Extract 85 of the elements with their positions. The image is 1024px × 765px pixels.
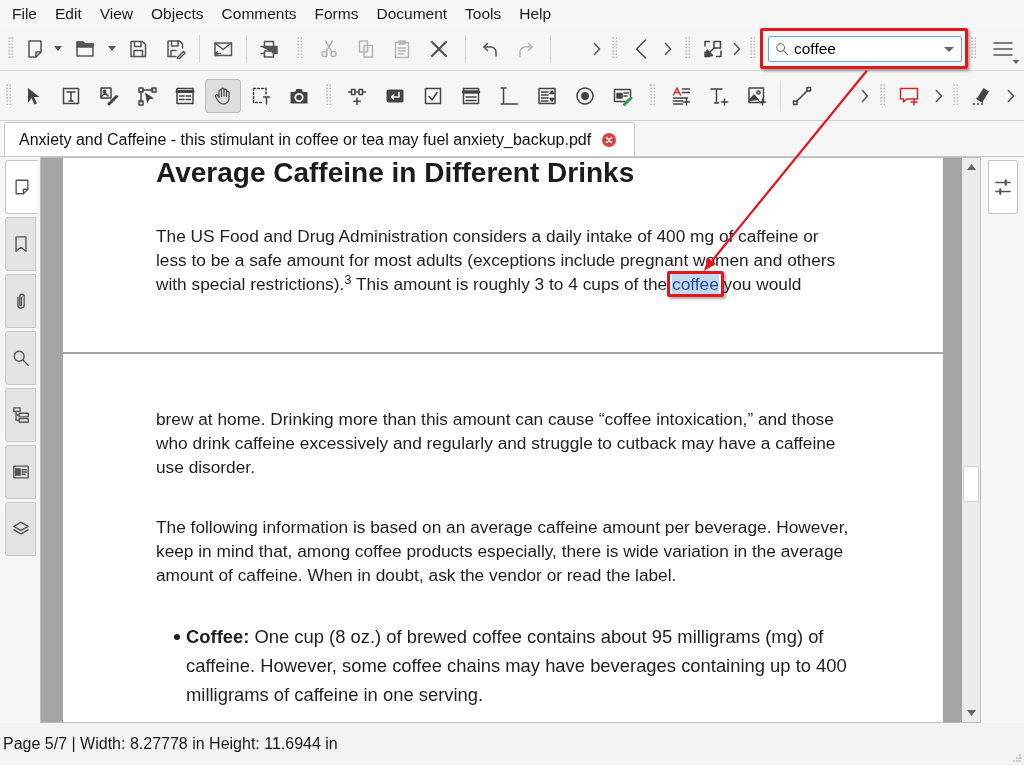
search-field[interactable]: coffee: [768, 35, 962, 62]
scrollbar-thumb[interactable]: [963, 466, 979, 502]
add-text-icon: [671, 85, 691, 106]
toolbar-grip-icon[interactable]: [8, 37, 14, 60]
eraser-icon: [971, 85, 991, 106]
dashed-selection-icon: [251, 85, 271, 106]
toolbar-grip-icon[interactable]: [685, 37, 691, 60]
form-window-icon: [175, 85, 195, 106]
menu-item[interactable]: Edit: [46, 1, 91, 26]
menu-item[interactable]: File: [3, 1, 46, 26]
callout-frame: [667, 271, 724, 297]
text-box-icon: [61, 85, 81, 106]
dropdown-caret-icon[interactable]: [108, 46, 116, 51]
menu-item[interactable]: Document: [367, 1, 457, 26]
toolbar-grip-icon[interactable]: [326, 84, 332, 107]
chevron-right-icon[interactable]: [664, 41, 672, 56]
corner-frame-arrow-icon[interactable]: [703, 38, 723, 59]
heading: Average Caffeine in Different Drinks: [156, 158, 635, 188]
side-panel-tab[interactable]: [5, 502, 36, 556]
image-pencil-icon: [99, 85, 119, 106]
side-panel-tab[interactable]: [5, 388, 36, 442]
side-panel-tab[interactable]: [988, 160, 1018, 214]
menu-icon[interactable]: [993, 40, 1013, 57]
line-icon: [792, 85, 812, 106]
cross-icon[interactable]: [429, 38, 449, 59]
dropdown-caret-icon[interactable]: [54, 46, 62, 51]
chevron-right-icon[interactable]: [733, 41, 741, 56]
status-text: Page 5/7 | Width: 8.27778 in Height: 11.6944 in: [3, 734, 338, 754]
paragraph: The following information is based on an average caffeine amount per beverage. However, keep in mind that, among coffee products especially, there is wide variation in the average amount of caffeine. When in doubt, ask the vendor or read the label.: [156, 516, 849, 587]
chevron-right-icon[interactable]: [935, 88, 943, 103]
scroll-up-arrow-icon[interactable]: [966, 164, 976, 170]
path-select-icon: [137, 85, 157, 106]
dropdown-caret-icon[interactable]: [944, 46, 954, 52]
toolbar-grip-icon[interactable]: [297, 37, 303, 60]
side-panel-tab[interactable]: [5, 274, 36, 328]
side-panel-tab[interactable]: [5, 217, 36, 271]
text-plus-icon: [709, 85, 729, 106]
side-panel-tab[interactable]: [5, 160, 38, 214]
close-icon[interactable]: [602, 132, 617, 147]
folder-icon[interactable]: [75, 38, 95, 59]
comment-plus-icon: [899, 85, 919, 106]
checkbox-icon: [423, 85, 443, 106]
toolbar-grip-icon[interactable]: [880, 84, 886, 107]
hand-icon: [213, 85, 233, 106]
printer-icon[interactable]: [259, 38, 279, 59]
toolbar-grip-icon[interactable]: [750, 37, 756, 60]
document-tab[interactable]: Anxiety and Caffeine - this stimulant in coffee or tea may fuel anxiety_backup.pdf: [4, 122, 636, 156]
toolbar-grip-icon[interactable]: [953, 84, 959, 107]
toolbar-grip-icon[interactable]: [612, 37, 618, 60]
sliders-icon: [994, 178, 1012, 196]
chevron-left-icon[interactable]: [635, 38, 647, 59]
text-field-icon: [499, 85, 519, 106]
toolbar-grip-icon[interactable]: [650, 84, 656, 107]
menu-item[interactable]: Objects: [142, 1, 213, 26]
paragraph: brew at home. Drinking more than this amount can cause “coffee intoxication,” and those who drink caffeine excessively and regularly and struggle to cutback may have a caffeine use disorder.: [156, 408, 836, 479]
search-icon: [11, 349, 30, 367]
tree-icon: [11, 406, 30, 424]
resize-grip-icon[interactable]: [1012, 754, 1022, 762]
page-icon: [13, 178, 31, 196]
floppy-disk-pencil-icon[interactable]: [166, 38, 186, 59]
radio-button-icon: [575, 85, 595, 106]
search-icon: [775, 41, 789, 56]
dropdown-list-icon: [461, 85, 481, 106]
menu-item[interactable]: Comments: [212, 1, 306, 26]
vertical-scrollbar[interactable]: [962, 158, 980, 722]
list-box-icon: [537, 85, 557, 106]
new-document-icon[interactable]: [25, 38, 45, 59]
bullet-icon: [174, 634, 180, 640]
dropdown-caret-icon[interactable]: [1013, 59, 1019, 64]
chevron-right-icon[interactable]: [861, 88, 869, 103]
image-plus-icon: [747, 85, 767, 106]
chevron-right-icon[interactable]: [1007, 88, 1015, 103]
toolbar-grip-icon[interactable]: [6, 84, 12, 107]
menu-item[interactable]: View: [90, 1, 143, 26]
chevron-right-icon[interactable]: [593, 41, 601, 56]
id-card-icon: [11, 463, 30, 481]
side-panel-tab[interactable]: [5, 331, 36, 385]
scroll-down-arrow-icon[interactable]: [966, 710, 976, 716]
menu-item[interactable]: Help: [510, 1, 561, 26]
menu-item[interactable]: Forms: [305, 1, 368, 26]
list-item-text: Coffee: One cup (8 oz.) of brewed coffee contains about 95 milligrams (mg) of caffeine. However, some coffee chains may have beverages containing up to 400 milligrams of caffeine in one serving.: [186, 625, 847, 707]
menu-item[interactable]: Tools: [456, 1, 511, 26]
toolbar-grip-icon[interactable]: [970, 37, 977, 60]
side-panel-tab[interactable]: [5, 445, 36, 499]
tool-button[interactable]: [205, 78, 241, 113]
